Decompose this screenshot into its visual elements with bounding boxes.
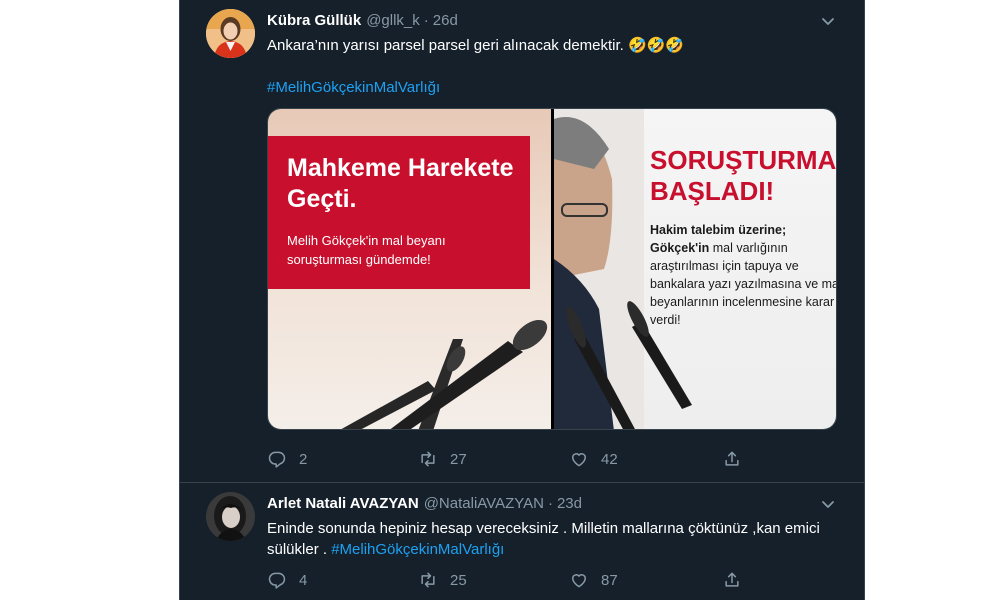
author-handle[interactable]: @gllk_k [366, 12, 420, 29]
like-count: 87 [601, 571, 618, 589]
hashtag-link[interactable]: #MelihGökçekinMalVarlığı [267, 77, 837, 98]
avatar[interactable] [206, 492, 255, 541]
author-name[interactable]: Kübra Güllük [267, 12, 361, 29]
headline-banner: Mahkeme Harekete Geçti. Melih Gökçek'in … [268, 136, 530, 289]
reply-icon [268, 572, 286, 589]
tweet-text: Eninde sonunda hepiniz hesap vereceksini… [267, 518, 837, 560]
timestamp[interactable]: 26d [433, 12, 458, 29]
retweet-button[interactable]: 25 [418, 570, 467, 590]
share-button[interactable] [722, 570, 742, 590]
tweet-actions: 4 25 87 [267, 570, 827, 590]
chevron-down-icon[interactable] [820, 496, 836, 512]
retweet-count: 25 [450, 571, 467, 589]
right-headline: SORUŞTURMA BAŞLADI! [650, 145, 837, 206]
tweet-media[interactable]: Mahkeme Harekete Geçti. Melih Gökçek'in … [267, 108, 837, 430]
share-icon [725, 451, 739, 466]
timeline: Kübra Güllük @gllk_k · 26d Ankara’nın ya… [179, 0, 865, 600]
separator-dot: · [423, 11, 429, 29]
reply-button[interactable]: 4 [267, 570, 307, 590]
right-name: Gökçek'in [650, 241, 710, 255]
tweet-text: Ankara’nın yarısı parsel parsel geri alı… [267, 37, 685, 54]
share-button[interactable] [722, 449, 742, 469]
reply-count: 4 [299, 571, 308, 589]
like-count: 42 [601, 450, 618, 468]
reply-icon [268, 451, 286, 468]
timestamp[interactable]: 23d [557, 495, 582, 512]
retweet-button[interactable]: 27 [418, 449, 467, 469]
retweet-count: 27 [450, 450, 467, 468]
right-lead: Hakim talebim üzerine; [650, 223, 787, 237]
tweet-actions: 2 27 42 [267, 449, 827, 469]
like-icon [572, 453, 586, 467]
reply-count: 2 [299, 450, 308, 468]
like-button[interactable]: 42 [569, 449, 618, 469]
hashtag-link[interactable]: #MelihGökçekinMalVarlığı [331, 541, 504, 558]
avatar[interactable] [206, 9, 255, 58]
retweet-icon [421, 451, 435, 467]
banner-subtitle: Melih Gökçek'in mal beyanı soruşturması … [287, 233, 446, 267]
media-image-left[interactable]: Mahkeme Harekete Geçti. Melih Gökçek'in … [268, 109, 551, 429]
banner-title: Mahkeme Harekete Geçti. [287, 154, 514, 213]
chevron-down-icon[interactable] [820, 13, 836, 29]
right-body: Hakim talebim üzerine; Gökçek'in mal var… [650, 221, 836, 329]
tweet[interactable]: Arlet Natali AVAZYAN @NataliAVAZYAN · 23… [180, 484, 864, 600]
separator-dot: · [547, 494, 553, 512]
like-button[interactable]: 87 [569, 570, 618, 590]
tweet-header: Arlet Natali AVAZYAN @NataliAVAZYAN · 23… [267, 493, 582, 513]
tweet[interactable]: Kübra Güllük @gllk_k · 26d Ankara’nın ya… [180, 0, 864, 483]
reply-button[interactable]: 2 [267, 449, 307, 469]
retweet-icon [421, 572, 435, 588]
author-handle[interactable]: @NataliAVAZYAN [424, 495, 544, 512]
author-name[interactable]: Arlet Natali AVAZYAN [267, 495, 419, 512]
tweet-header: Kübra Güllük @gllk_k · 26d [267, 10, 458, 30]
media-image-right[interactable]: SORUŞTURMA BAŞLADI! Hakim talebim üzerin… [554, 109, 837, 429]
share-icon [725, 572, 739, 587]
like-icon [572, 574, 586, 588]
